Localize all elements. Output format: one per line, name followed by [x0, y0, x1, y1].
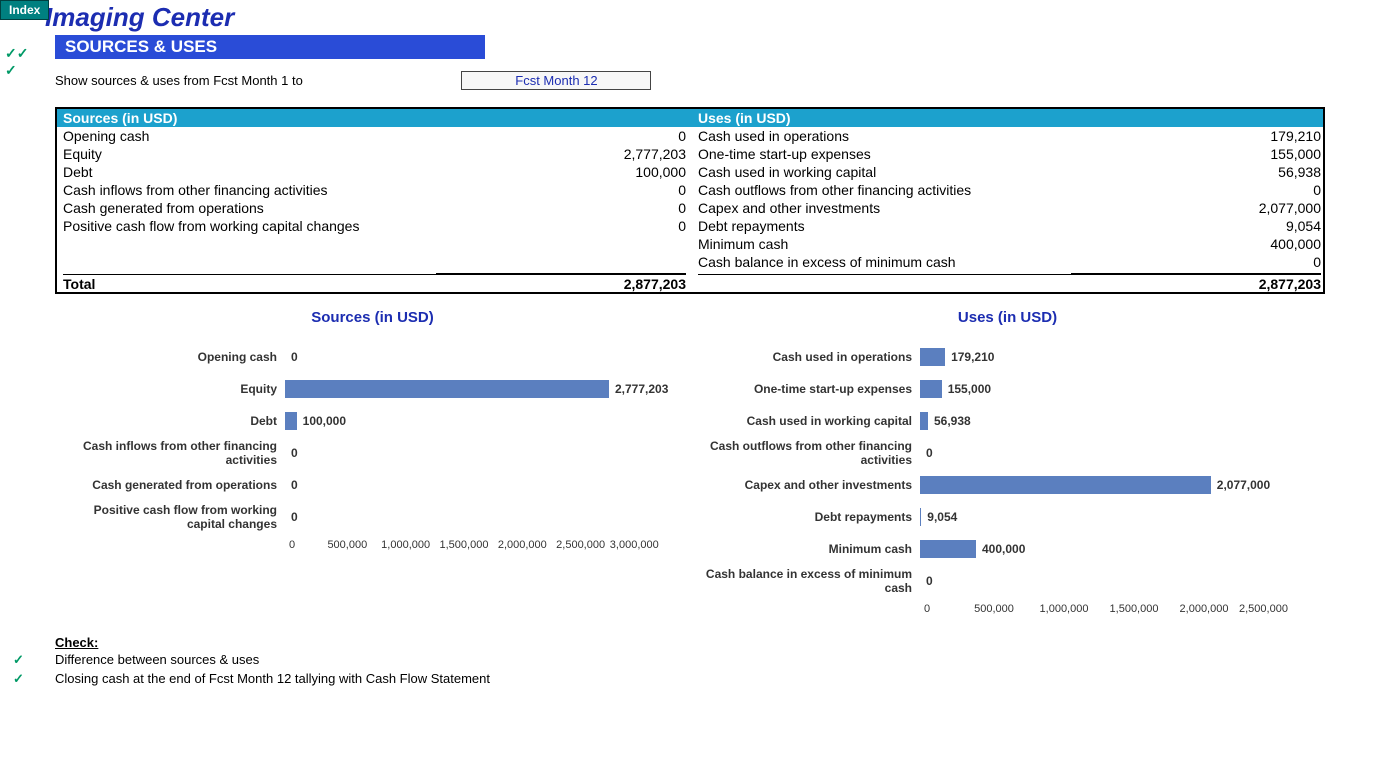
axis-tick: 1,500,000	[1099, 603, 1169, 615]
table-row: Cash inflows from other financing activi…	[63, 181, 686, 199]
axis-tick: 2,500,000	[1239, 603, 1274, 615]
bar-row: Cash used in working capital56,938	[690, 405, 1325, 437]
section-header: SOURCES & USES	[55, 35, 485, 59]
bar-row: Debt100,000	[55, 405, 690, 437]
table-row: Cash balance in excess of minimum cash0	[698, 253, 1321, 271]
bar-row: Debt repayments9,054	[690, 501, 1325, 533]
bar-row: Cash inflows from other financing activi…	[55, 437, 690, 469]
check-item: ✓Difference between sources & uses	[55, 650, 1377, 669]
axis-tick: 0	[924, 603, 959, 615]
bar-row: Cash balance in excess of minimum cash0	[690, 565, 1325, 597]
checks-section: Check: ✓Difference between sources & use…	[55, 635, 1377, 688]
total-row: Total2,877,203	[63, 274, 686, 292]
sources-uses-table: Sources (in USD) Uses (in USD) Opening c…	[55, 107, 1325, 294]
checks-title: Check:	[55, 635, 1377, 650]
table-row: Cash generated from operations0	[63, 199, 686, 217]
axis-tick: 2,000,000	[493, 539, 551, 551]
chart-title: Sources (in USD)	[55, 309, 690, 326]
table-row: Debt100,000	[63, 163, 686, 181]
check-icon: ✓	[5, 62, 17, 78]
bar-row: Cash outflows from other financing activ…	[690, 437, 1325, 469]
page-title: Imaging Center	[45, 2, 1377, 33]
axis-tick: 1,000,000	[1029, 603, 1099, 615]
period-selector[interactable]: Fcst Month 12	[461, 71, 651, 90]
bar-row: Cash used in operations179,210	[690, 341, 1325, 373]
check-icon: ✓	[13, 671, 24, 687]
table-row: Capex and other investments2,077,000	[698, 199, 1321, 217]
table-row: Positive cash flow from working capital …	[63, 217, 686, 235]
axis-tick: 1,500,000	[435, 539, 493, 551]
axis-tick: 3,000,000	[610, 539, 639, 551]
check-icon: ✓	[13, 652, 24, 668]
index-tab[interactable]: Index	[0, 0, 49, 20]
table-row: Cash used in working capital56,938	[698, 163, 1321, 181]
table-row: Cash outflows from other financing activ…	[698, 181, 1321, 199]
sources-chart: Sources (in USD) Opening cash0Equity2,77…	[55, 309, 690, 615]
uses-chart: Uses (in USD) Cash used in operations179…	[690, 309, 1325, 615]
check-item: ✓Closing cash at the end of Fcst Month 1…	[55, 669, 1377, 688]
bar-row: Opening cash0	[55, 341, 690, 373]
axis-tick: 2,500,000	[551, 539, 609, 551]
bar-row: Equity2,777,203	[55, 373, 690, 405]
chart-title: Uses (in USD)	[690, 309, 1325, 326]
axis-tick: 1,000,000	[376, 539, 434, 551]
axis-tick: 0	[289, 539, 318, 551]
total-row: 2,877,203	[698, 274, 1321, 292]
bar-row: Capex and other investments2,077,000	[690, 469, 1325, 501]
table-row: Equity2,777,203	[63, 145, 686, 163]
bar-row: Positive cash flow from working capital …	[55, 501, 690, 533]
bar-row: Minimum cash400,000	[690, 533, 1325, 565]
bar-row: Cash generated from operations0	[55, 469, 690, 501]
table-row: Cash used in operations179,210	[698, 127, 1321, 145]
check-icon: ✓✓	[5, 45, 28, 61]
uses-header: Uses (in USD)	[692, 109, 1327, 127]
sources-header: Sources (in USD)	[57, 109, 692, 127]
axis-tick: 2,000,000	[1169, 603, 1239, 615]
axis-tick: 500,000	[318, 539, 376, 551]
axis-tick: 500,000	[959, 603, 1029, 615]
bar-row: One-time start-up expenses155,000	[690, 373, 1325, 405]
table-row: Opening cash0	[63, 127, 686, 145]
prompt-label: Show sources & uses from Fcst Month 1 to	[55, 73, 303, 88]
table-row: Minimum cash400,000	[698, 235, 1321, 253]
table-row: One-time start-up expenses155,000	[698, 145, 1321, 163]
table-row: Debt repayments9,054	[698, 217, 1321, 235]
